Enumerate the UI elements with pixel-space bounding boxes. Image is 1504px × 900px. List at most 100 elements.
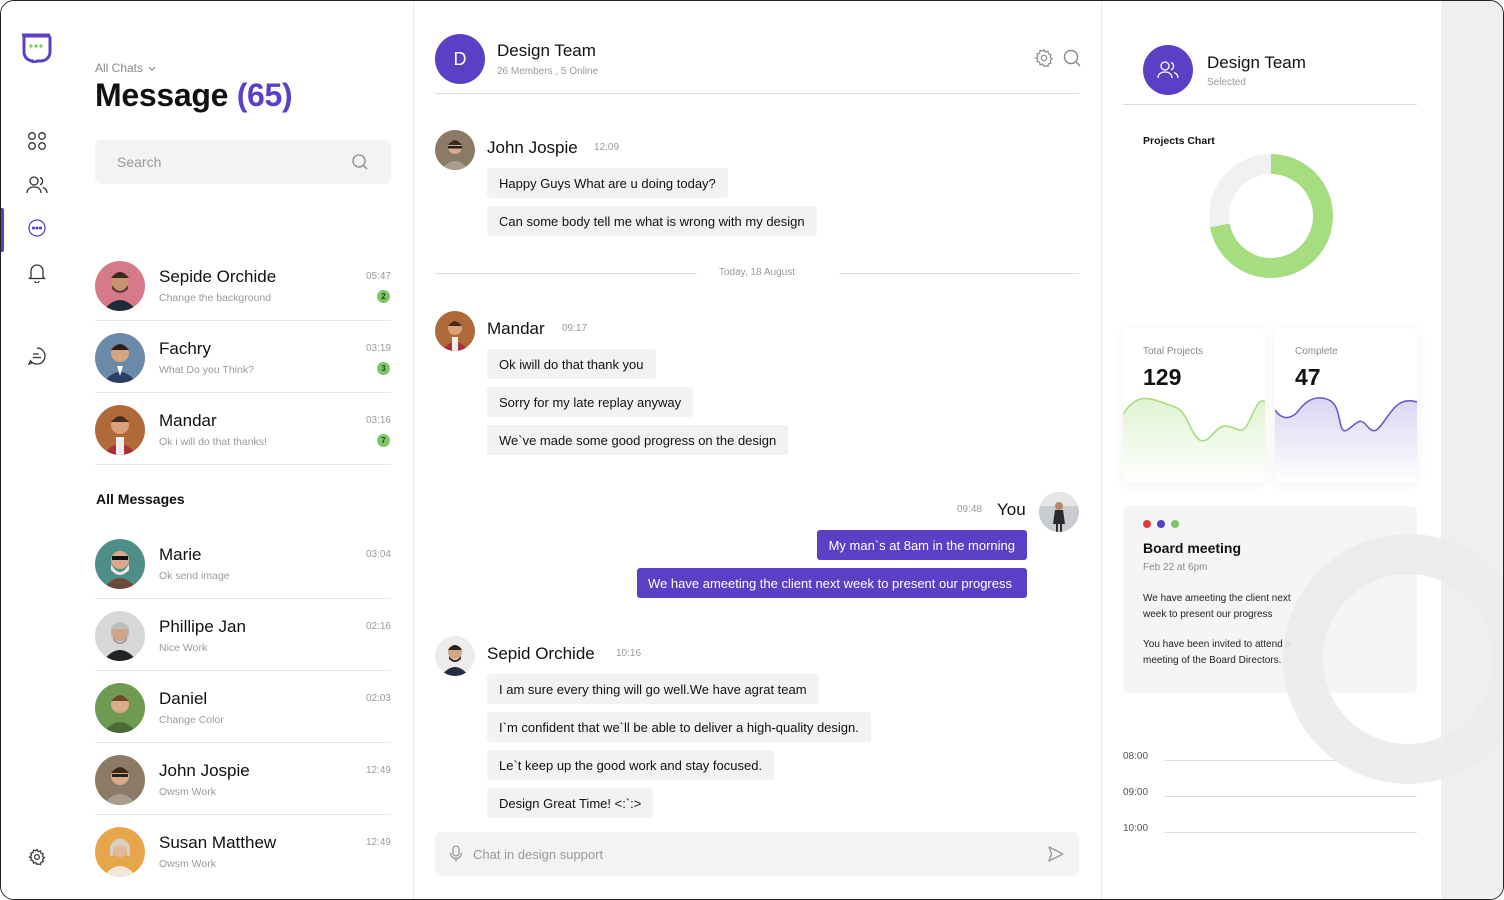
schedule-time: 09:00 — [1123, 787, 1149, 798]
avatar — [95, 539, 145, 589]
schedule-time: 10:00 — [1123, 823, 1149, 834]
nav-settings[interactable] — [1, 837, 73, 877]
users-icon — [26, 176, 48, 194]
all-chats-dropdown[interactable]: All Chats — [95, 61, 157, 75]
group-member-count: 26 Members , 5 Online — [497, 66, 599, 77]
details-name: Design Team — [1207, 53, 1306, 72]
message-input[interactable] — [473, 846, 1047, 862]
users-icon — [1157, 61, 1179, 79]
schedule-row: 08:00 — [1123, 751, 1417, 771]
message-bubble: Can some body tell me what is wrong with… — [487, 206, 817, 236]
stat-card-complete: Complete 47 — [1275, 328, 1417, 483]
chat-list-item[interactable]: Phillipe Jan Nice Work 02:16 — [95, 599, 391, 671]
stat-label: Complete — [1295, 346, 1338, 357]
nav-notifications[interactable] — [1, 253, 73, 293]
stat-value: 129 — [1143, 364, 1182, 390]
avatar — [435, 311, 475, 351]
message-bubble-outgoing: My man`s at 8am in the morning — [816, 530, 1027, 560]
chat-preview: Change Color — [159, 714, 224, 726]
chat-list-item[interactable]: Fachry What Do you Think? 03:19 3 — [95, 321, 391, 393]
search-icon[interactable] — [351, 153, 369, 171]
chat-preview: Owsm Work — [159, 858, 216, 870]
chat-time: 03:16 — [365, 415, 391, 426]
avatar — [95, 405, 145, 455]
message-bubble: I am sure every thing will go well.We ha… — [487, 674, 819, 704]
search-box — [95, 140, 391, 184]
sender-name: John Jospie — [487, 138, 578, 157]
message-bubble: Le`t keep up the good work and stay focu… — [487, 750, 775, 780]
microphone-icon[interactable] — [449, 845, 463, 863]
schedule-time: 08:00 — [1123, 751, 1149, 762]
message-bubble: Sorry for my late replay anyway — [487, 387, 694, 417]
chat-preview: Nice Work — [159, 642, 208, 654]
meeting-date: Feb 22 at 6pm — [1143, 562, 1208, 573]
chat-list-item[interactable]: Marie Ok send image 03:04 — [95, 527, 391, 599]
chat-preview: Ok i will do that thanks! — [159, 436, 267, 448]
unread-badge: 7 — [377, 434, 390, 447]
search-input[interactable] — [117, 154, 351, 170]
conversation-header: D Design Team 26 Members , 5 Online — [435, 34, 1082, 94]
chat-list-item[interactable]: Mandar Ok i will do that thanks! 03:16 7 — [95, 393, 391, 465]
chat-list-item[interactable]: Sepide Orchide Change the background 05:… — [95, 249, 391, 321]
conversation-panel: D Design Team 26 Members , 5 Online John… — [414, 1, 1102, 899]
avatar — [95, 611, 145, 661]
search-icon[interactable] — [1062, 48, 1082, 68]
group-name: Design Team — [497, 41, 596, 60]
avatar — [95, 261, 145, 311]
group-avatar[interactable]: D — [435, 34, 485, 84]
chat-time: 12:49 — [365, 837, 391, 848]
avatar — [1039, 492, 1079, 532]
nav-contacts[interactable] — [1, 165, 73, 205]
message-bubble: Happy Guys What are u doing today? — [487, 168, 728, 198]
chat-name: Fachry — [159, 339, 211, 358]
chat-preview: Owsm Work — [159, 786, 216, 798]
avatar — [95, 827, 145, 877]
message-bubble-outgoing: We have ameeting the client next week to… — [637, 568, 1027, 598]
all-chats-label: All Chats — [95, 61, 144, 75]
page-title-text: Message — [95, 77, 229, 113]
meeting-description: We have ameeting the client next week to… — [1143, 593, 1291, 620]
nav-messages[interactable] — [1, 208, 73, 252]
chat-preview: Change the background — [159, 292, 272, 304]
chat-name: Sepide Orchide — [159, 267, 277, 286]
chat-list-item[interactable]: John Jospie Owsm Work 12:49 — [95, 743, 391, 815]
sender-name: You — [997, 500, 1026, 519]
chat-list-item[interactable]: Daniel Change Color 02:03 — [95, 671, 391, 743]
sparkline-total — [1123, 397, 1265, 483]
app-logo-icon[interactable] — [20, 33, 52, 63]
chat-name: Daniel — [159, 689, 208, 708]
message-time: 10:16 — [616, 648, 642, 659]
stat-card-total-projects: Total Projects 129 — [1123, 328, 1265, 483]
app-window: All Chats Message (65) Sepide Orchide Ch… — [0, 0, 1504, 900]
chat-time: 12:49 — [365, 765, 391, 776]
purple-dot — [1157, 520, 1165, 528]
unread-badge: 2 — [377, 290, 390, 303]
meeting-card[interactable]: Board meeting Feb 22 at 6pm We have amee… — [1123, 506, 1417, 693]
sidebar-nav — [1, 1, 73, 899]
gear-icon[interactable] — [1034, 48, 1054, 68]
stat-label: Total Projects — [1143, 346, 1204, 357]
meeting-title: Board meeting — [1143, 540, 1242, 556]
unread-badge: 3 — [377, 362, 390, 375]
chat-list-item[interactable]: Susan Matthew Owsm Work 12:49 — [95, 815, 391, 887]
message-count: (65) — [236, 77, 293, 113]
message-time: 09:48 — [957, 504, 983, 515]
chat-bubble-icon — [28, 219, 46, 237]
page-title: Message (65) — [95, 77, 293, 114]
details-panel: Design Team Selected Projects Chart Tota… — [1102, 1, 1441, 899]
group-avatar[interactable] — [1143, 45, 1193, 95]
message-group-outgoing: You 09:48 My man`s at 8am in the morning… — [435, 492, 1079, 602]
right-edge-background — [1441, 1, 1503, 899]
message-bubble: Ok iwill do that thank you — [487, 349, 656, 379]
avatar — [435, 130, 475, 170]
chat-preview: What Do you Think? — [159, 364, 254, 376]
nav-support[interactable] — [1, 336, 73, 376]
chat-name: Susan Matthew — [159, 833, 277, 852]
chat-time: 02:03 — [365, 693, 391, 704]
avatar — [95, 683, 145, 733]
chat-name: Phillipe Jan — [159, 617, 246, 636]
schedule-row: 09:00 — [1123, 787, 1417, 807]
message-bubble: I`m confident that we`ll be able to deli… — [487, 712, 871, 742]
send-icon[interactable] — [1047, 845, 1065, 863]
nav-dashboard[interactable] — [1, 121, 73, 161]
